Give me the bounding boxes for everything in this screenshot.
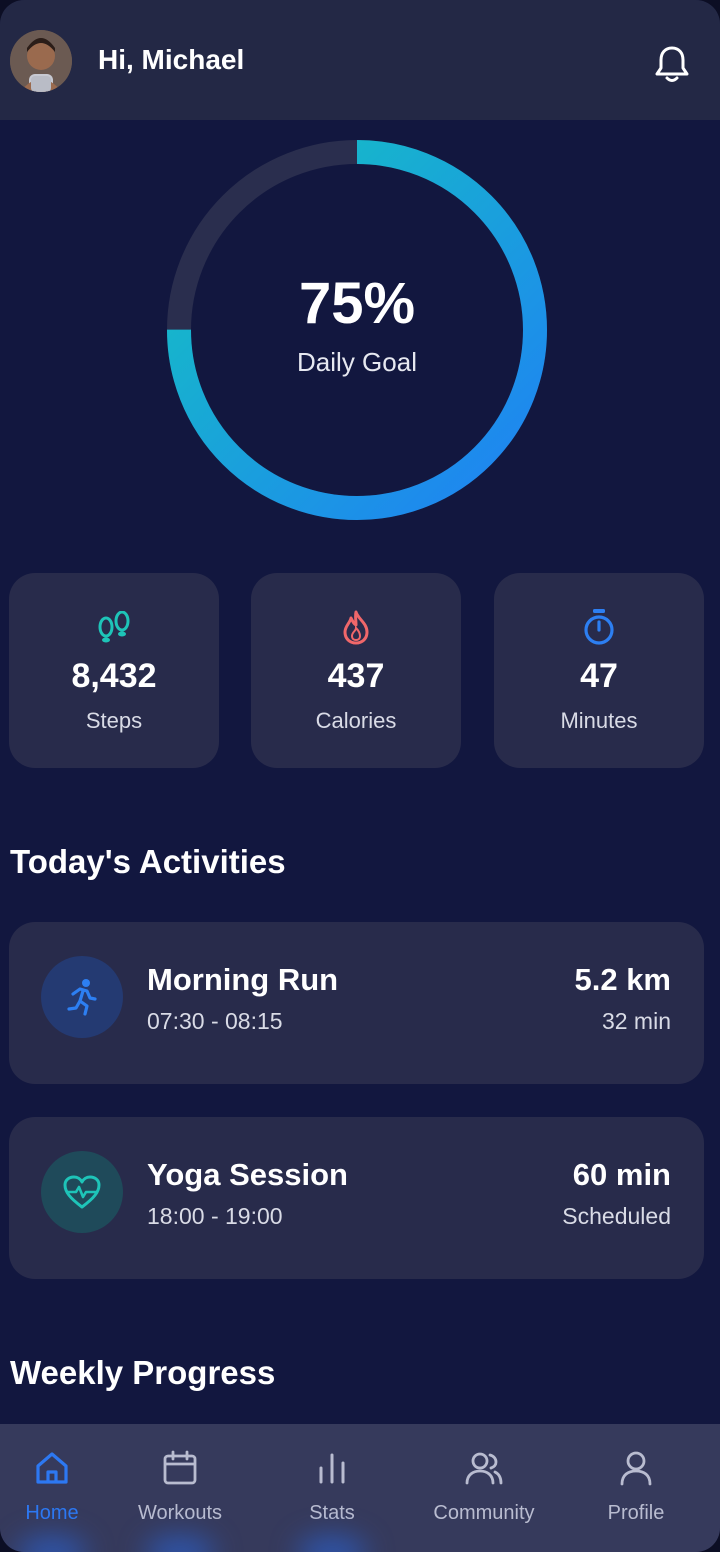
- users-icon: [464, 1448, 504, 1488]
- heart-pulse-icon: [41, 1151, 123, 1233]
- flame-icon: [336, 607, 376, 647]
- user-icon: [616, 1448, 656, 1488]
- activity-status: Scheduled: [562, 1203, 671, 1229]
- nav-label-home: Home: [25, 1502, 79, 1524]
- goal-percent: 75%: [298, 270, 416, 336]
- stat-card-minutes[interactable]: 47 Minutes: [494, 573, 704, 768]
- steps-value: 8,432: [71, 657, 157, 695]
- calories-label: Calories: [315, 708, 397, 733]
- user-avatar-photo: [10, 30, 72, 92]
- home-icon: [32, 1448, 72, 1488]
- activity-card-yoga-session[interactable]: Yoga Session 18:00 - 19:00 60 min Schedu…: [9, 1117, 704, 1279]
- activity-time: 18:00 - 19:00: [147, 1203, 283, 1229]
- activity-time: 07:30 - 08:15: [147, 1008, 283, 1034]
- activities-heading: Today's Activities: [10, 843, 286, 880]
- activity-distance: 5.2 km: [574, 962, 671, 997]
- footprints-icon: [94, 607, 134, 647]
- nav-item-stats[interactable]: Stats: [256, 1424, 408, 1552]
- nav-label-stats: Stats: [309, 1502, 355, 1524]
- app-screen: Hi, Michael 75% Daily Goal 8,432 Steps 4…: [0, 0, 720, 1552]
- activity-card-morning-run[interactable]: Morning Run 07:30 - 08:15 5.2 km 32 min: [9, 922, 704, 1084]
- ring-center: 75% Daily Goal: [162, 135, 552, 525]
- notification-button[interactable]: [650, 42, 694, 86]
- greeting-text: Hi, Michael: [98, 44, 245, 75]
- activity-duration: 60 min: [572, 1157, 671, 1192]
- steps-label: Steps: [85, 708, 143, 733]
- calories-value: 437: [327, 657, 385, 695]
- stat-card-calories[interactable]: 437 Calories: [251, 573, 461, 768]
- minutes-label: Minutes: [560, 708, 638, 733]
- goal-label: Daily Goal: [297, 346, 417, 377]
- nav-item-community[interactable]: Community: [408, 1424, 560, 1552]
- nav-label-workouts: Workouts: [137, 1502, 223, 1524]
- nav-item-workouts[interactable]: Workouts: [104, 1424, 256, 1552]
- weekly-progress-heading: Weekly Progress: [10, 1354, 276, 1391]
- bottom-nav: Home Workouts Stats Community Profile: [0, 1424, 720, 1552]
- running-person-icon: [41, 956, 123, 1038]
- nav-label-community: Community: [433, 1502, 535, 1524]
- nav-item-profile[interactable]: Profile: [560, 1424, 712, 1552]
- avatar[interactable]: [10, 30, 72, 92]
- activity-title: Morning Run: [147, 962, 339, 997]
- stat-card-steps[interactable]: 8,432 Steps: [9, 573, 219, 768]
- activity-title: Yoga Session: [147, 1157, 348, 1192]
- stopwatch-icon: [579, 607, 619, 647]
- nav-item-home[interactable]: Home: [0, 1424, 104, 1552]
- calendar-icon: [160, 1448, 200, 1488]
- nav-label-profile: Profile: [607, 1502, 665, 1524]
- header-bar: Hi, Michael: [0, 0, 720, 120]
- bar-chart-icon: [312, 1448, 352, 1488]
- daily-goal-ring: 75% Daily Goal: [162, 135, 552, 525]
- activity-duration: 32 min: [601, 1008, 671, 1034]
- bell-icon: [655, 46, 689, 82]
- minutes-value: 47: [580, 657, 618, 695]
